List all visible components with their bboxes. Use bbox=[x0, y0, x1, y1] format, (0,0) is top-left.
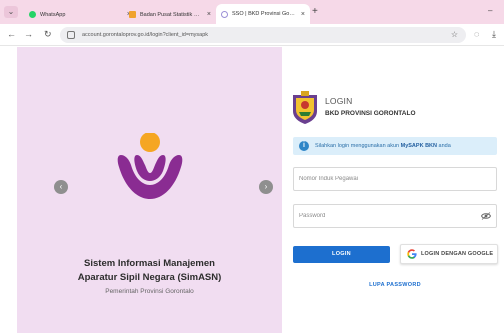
google-login-button[interactable]: LOGIN DENGAN GOOGLE bbox=[400, 244, 498, 264]
carousel-next-button[interactable]: › bbox=[259, 180, 273, 194]
hero-title-line2: Aparatur Sipil Negara (SimASN) bbox=[77, 272, 222, 283]
login-heading: LOGIN bbox=[325, 96, 353, 106]
tab-bps[interactable]: Badan Pusat Statistik Provinsi Gorontalo… bbox=[124, 5, 216, 24]
tab-close-icon[interactable]: × bbox=[207, 11, 211, 18]
url-text: account.gorontaloprov.go.id/login?client… bbox=[82, 32, 209, 38]
info-icon: i bbox=[299, 141, 309, 151]
tab-close-icon[interactable]: × bbox=[301, 11, 305, 18]
whatsapp-icon bbox=[29, 11, 36, 18]
alert-text-bold: MySAPK BKN bbox=[400, 143, 437, 149]
reload-icon[interactable]: ↻ bbox=[44, 29, 52, 39]
tab-title: Badan Pusat Statistik Provinsi Gorontalo bbox=[140, 11, 202, 18]
address-bar[interactable]: account.gorontaloprov.go.id/login?client… bbox=[60, 27, 466, 43]
tab-search-button[interactable]: ⌄ bbox=[4, 6, 18, 18]
eye-icon[interactable] bbox=[481, 212, 491, 220]
google-icon bbox=[407, 249, 417, 259]
star-icon[interactable]: ☆ bbox=[451, 27, 458, 43]
download-icon[interactable]: ⤓ bbox=[492, 29, 496, 40]
back-icon[interactable]: ← bbox=[7, 29, 16, 39]
simasn-logo bbox=[117, 133, 183, 199]
alert-text-suffix: anda bbox=[437, 143, 451, 149]
login-organization: BKD PROVINSI GORONTALO bbox=[325, 110, 416, 117]
forward-icon[interactable]: → bbox=[24, 29, 33, 39]
tab-sso-active[interactable]: SSO | BKD Provinsi Gorontalo × bbox=[216, 4, 310, 24]
bps-icon bbox=[129, 11, 136, 18]
forgot-password-link[interactable]: LUPA PASSWORD bbox=[345, 282, 445, 288]
hero-subtitle: Pemerintah Provinsi Gorontalo bbox=[105, 288, 194, 295]
nip-input[interactable] bbox=[293, 167, 497, 191]
browser-tab-strip: ⌄ WhatsApp × Badan Pusat Statistik Provi… bbox=[0, 0, 504, 24]
alert-text-prefix: Silahkan login menggunakan akun bbox=[315, 143, 401, 149]
tab-title: WhatsApp bbox=[40, 11, 66, 18]
password-input[interactable] bbox=[293, 204, 497, 228]
hero-title: Sistem Informasi Manajemen Aparatur Sipi… bbox=[17, 257, 282, 285]
browser-toolbar: ← → ↻ account.gorontaloprov.go.id/login?… bbox=[0, 24, 504, 46]
tab-whatsapp[interactable]: WhatsApp × bbox=[24, 5, 136, 24]
gorontalo-crest-logo bbox=[293, 91, 317, 124]
info-alert: i Silahkan login menggunakan akun MySAPK… bbox=[293, 137, 497, 155]
extension-icon[interactable]: ◌ bbox=[474, 29, 479, 39]
login-button[interactable]: LOGIN bbox=[293, 246, 390, 263]
google-button-label: LOGIN DENGAN GOOGLE bbox=[421, 251, 494, 257]
tab-title: SSO | BKD Provinsi Gorontalo bbox=[232, 11, 296, 17]
site-info-icon[interactable] bbox=[67, 31, 75, 39]
minimize-button[interactable]: – bbox=[488, 6, 492, 15]
new-tab-button[interactable]: + bbox=[312, 6, 318, 17]
carousel-prev-button[interactable]: ‹ bbox=[54, 180, 68, 194]
sso-icon bbox=[221, 10, 228, 18]
hero-title-line1: Sistem Informasi Manajemen bbox=[84, 258, 215, 269]
